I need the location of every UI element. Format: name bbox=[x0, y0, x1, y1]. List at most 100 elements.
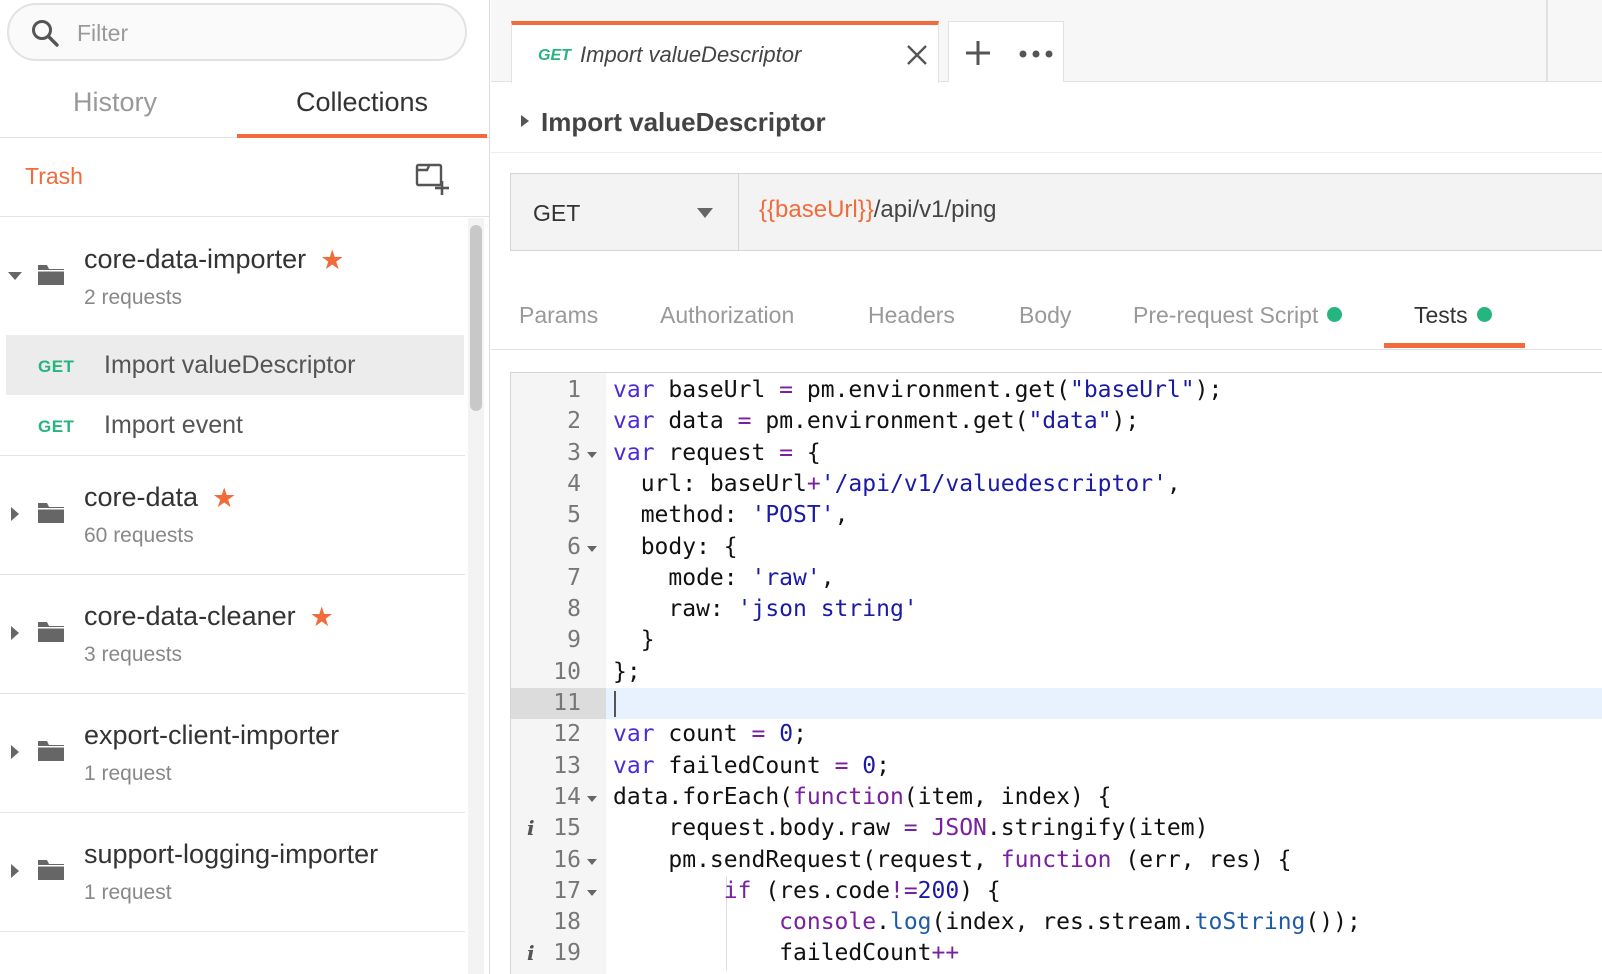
request-name: Import event bbox=[104, 411, 243, 439]
new-collection-icon[interactable] bbox=[415, 161, 451, 197]
code-line[interactable]: 17 if (res.code!=200) { bbox=[511, 875, 1602, 908]
folder-icon bbox=[38, 265, 64, 285]
collection-name: core-data-importer ★ bbox=[84, 244, 345, 276]
star-icon[interactable]: ★ bbox=[320, 245, 344, 276]
code-line[interactable]: 1 var baseUrl = pm.environment.get("baseU… bbox=[511, 375, 1602, 406]
star-icon[interactable]: ★ bbox=[310, 602, 334, 633]
close-icon[interactable] bbox=[906, 44, 928, 66]
url-bar: GET {{baseUrl}}/api/v1/ping bbox=[510, 173, 1602, 251]
fold-arrow-icon[interactable] bbox=[587, 545, 597, 552]
request-list: GET Import valueDescriptor GET Import ev… bbox=[0, 335, 465, 456]
url-path: /api/v1/ping bbox=[873, 196, 997, 223]
tab-params[interactable]: Params bbox=[519, 302, 598, 329]
code-line[interactable]: 19 i failedCount++ bbox=[511, 938, 1602, 970]
fold-arrow-icon[interactable] bbox=[587, 451, 597, 458]
collection-item[interactable]: export-client-importer 1 request bbox=[0, 694, 465, 813]
code-line[interactable]: 3 var request = { bbox=[511, 438, 1602, 469]
method-select[interactable]: GET bbox=[511, 174, 739, 250]
sidebar-scrollbar[interactable] bbox=[470, 225, 482, 411]
code-line[interactable]: 10}; bbox=[511, 657, 1602, 688]
request-item[interactable]: GET Import event bbox=[0, 395, 465, 455]
caret-right-icon[interactable] bbox=[7, 744, 23, 760]
fold-arrow-icon[interactable] bbox=[587, 795, 597, 802]
folder-icon bbox=[38, 622, 64, 642]
tab-authorization[interactable]: Authorization bbox=[660, 302, 794, 329]
tab-tests[interactable]: Tests bbox=[1414, 302, 1492, 329]
trash-row: Trash bbox=[0, 139, 489, 217]
tab-headers[interactable]: Headers bbox=[868, 302, 955, 329]
code-text: body: { bbox=[613, 533, 738, 560]
caret-right-icon[interactable] bbox=[7, 506, 23, 522]
filter-box[interactable] bbox=[7, 3, 467, 61]
code-line[interactable]: 15 i request.body.raw = JSON.stringify(it… bbox=[511, 813, 1602, 844]
fold-arrow-icon[interactable] bbox=[587, 858, 597, 865]
code-line[interactable]: 11 bbox=[511, 688, 1602, 720]
code-text: var baseUrl = pm.environment.get("baseUr… bbox=[613, 377, 1223, 403]
code-text: url: baseUrl+'/api/v1/valuedescriptor', bbox=[613, 470, 1181, 497]
collection-item[interactable]: core-data ★ 60 requests bbox=[0, 456, 465, 575]
line-number: 13 bbox=[553, 752, 581, 779]
code-text: method: 'POST', bbox=[613, 502, 849, 529]
active-tab-indicator bbox=[1384, 343, 1525, 348]
code-line[interactable]: 2 var data = pm.environment.get("data"); bbox=[511, 406, 1602, 437]
code-line[interactable]: 16 pm.sendRequest(request, function (err… bbox=[511, 845, 1602, 876]
collection-name: core-data-cleaner ★ bbox=[84, 601, 334, 633]
info-icon[interactable]: i bbox=[527, 938, 535, 969]
code-editor[interactable]: 1 var baseUrl = pm.environment.get("baseU… bbox=[510, 372, 1602, 974]
collection-count: 1 request bbox=[84, 881, 172, 904]
collection-name: export-client-importer bbox=[84, 720, 340, 750]
line-number: 12 bbox=[553, 721, 581, 748]
fold-arrow-icon[interactable] bbox=[587, 889, 597, 896]
caret-right-icon[interactable] bbox=[520, 114, 530, 128]
url-input[interactable]: {{baseUrl}}/api/v1/ping bbox=[759, 196, 997, 224]
code-text: var failedCount = 0; bbox=[613, 752, 890, 779]
tab-history[interactable]: History bbox=[0, 72, 230, 138]
line-number: 1 bbox=[567, 377, 581, 403]
collection-item[interactable]: core-data-importer ★ 2 requests bbox=[0, 218, 465, 335]
code-text: request.body.raw = JSON.stringify(item) bbox=[613, 815, 1209, 842]
line-number: 18 bbox=[553, 909, 581, 936]
collection-item[interactable]: core-data-cleaner ★ 3 requests bbox=[0, 575, 465, 694]
plus-icon[interactable] bbox=[965, 40, 991, 66]
code-line[interactable]: 8 raw: 'json string' bbox=[511, 594, 1602, 625]
line-number: 11 bbox=[511, 688, 606, 720]
filter-input[interactable] bbox=[77, 15, 447, 51]
code-line[interactable]: 7 mode: 'raw', bbox=[511, 563, 1602, 594]
code-line[interactable]: 9 } bbox=[511, 625, 1602, 656]
code-line[interactable]: 18 console.log(index, res.stream.toStrin… bbox=[511, 907, 1602, 939]
request-tabs: Params Authorization Headers Body Pre-re… bbox=[491, 272, 1602, 350]
tab-collections[interactable]: Collections bbox=[237, 72, 487, 138]
collection-name: core-data ★ bbox=[84, 482, 237, 514]
code-text: pm.sendRequest(request, function (err, r… bbox=[613, 846, 1292, 873]
code-line[interactable]: 4 url: baseUrl+'/api/v1/valuedescriptor'… bbox=[511, 469, 1602, 500]
tab-method: GET bbox=[538, 47, 571, 64]
tab-pre-request-script[interactable]: Pre-request Script bbox=[1133, 302, 1343, 329]
method-badge: GET bbox=[38, 357, 75, 376]
tab-name: Import valueDescriptor bbox=[580, 42, 802, 67]
request-item[interactable]: GET Import valueDescriptor bbox=[6, 335, 464, 395]
collection-count: 1 request bbox=[84, 762, 172, 785]
caret-right-icon[interactable] bbox=[7, 625, 23, 641]
code-line[interactable]: 5 method: 'POST', bbox=[511, 500, 1602, 531]
code-line[interactable]: 12 var count = 0; bbox=[511, 719, 1602, 750]
code-text: console.log(index, res.stream.toString()… bbox=[779, 909, 1361, 936]
info-icon[interactable]: i bbox=[527, 813, 535, 844]
code-text: mode: 'raw', bbox=[613, 564, 835, 591]
code-line[interactable]: 14 data.forEach(function(item, index) { bbox=[511, 782, 1602, 813]
code-line[interactable]: 13 var failedCount = 0; bbox=[511, 751, 1602, 782]
trash-link[interactable]: Trash bbox=[25, 163, 83, 190]
code-line[interactable]: 6 body: { bbox=[511, 532, 1602, 563]
tab-body[interactable]: Body bbox=[1019, 302, 1071, 329]
request-title[interactable]: Import valueDescriptor bbox=[541, 107, 826, 138]
folder-icon bbox=[38, 503, 64, 523]
status-dot bbox=[1476, 307, 1492, 322]
more-icon[interactable] bbox=[1019, 50, 1053, 58]
star-icon[interactable]: ★ bbox=[212, 483, 236, 514]
status-dot bbox=[1327, 307, 1343, 322]
caret-right-icon[interactable] bbox=[7, 863, 23, 879]
method-value: GET bbox=[533, 200, 581, 226]
caret-down-icon[interactable] bbox=[7, 268, 23, 284]
collection-item[interactable]: support-logging-importer 1 request bbox=[0, 813, 465, 932]
request-tab[interactable]: GET Import valueDescriptor bbox=[511, 21, 939, 83]
line-number: 7 bbox=[567, 564, 581, 591]
